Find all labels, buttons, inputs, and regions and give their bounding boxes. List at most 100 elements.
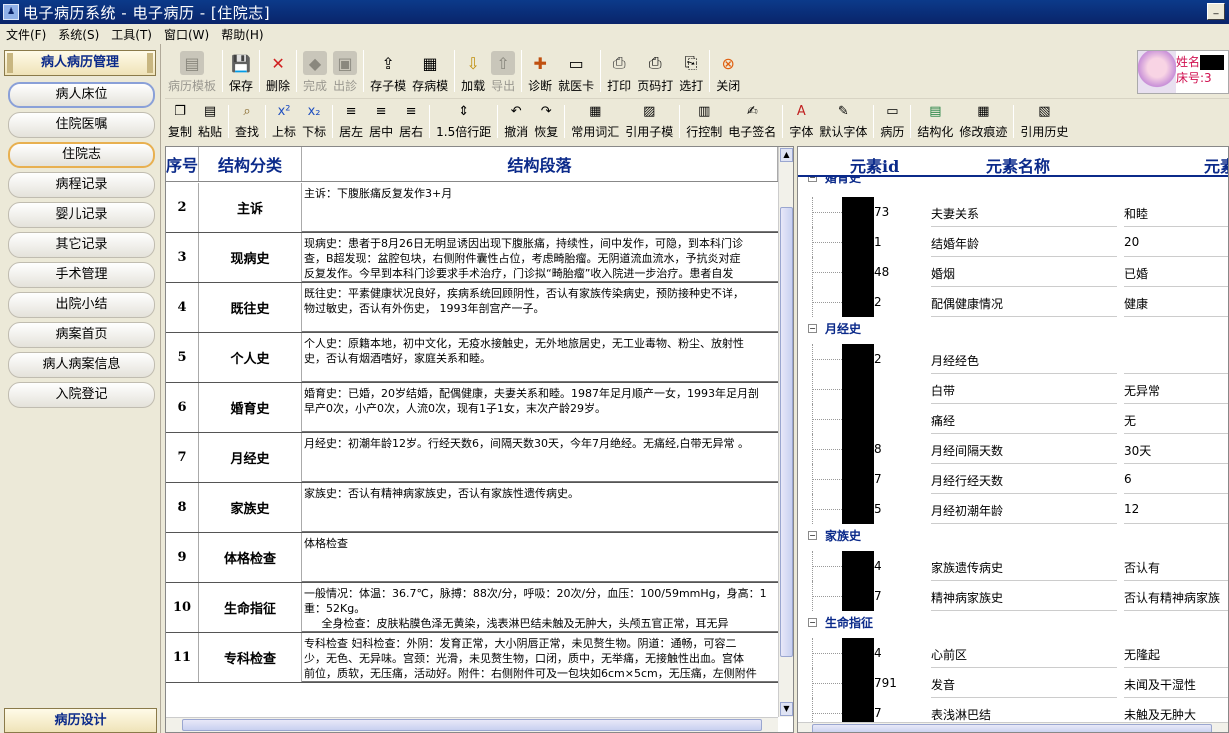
horizontal-scrollbar[interactable] (166, 717, 778, 732)
row-paragraph-editor[interactable]: 一般情况：体温：36.7℃，脉搏：88次/分，呼吸：20次/分，血压：100/5… (302, 583, 778, 632)
sidebar-item-9[interactable]: 病人病案信息 (8, 352, 155, 378)
superscript-button[interactable]: x² 上标 (269, 99, 299, 144)
collapse-icon[interactable]: − (808, 177, 817, 182)
sidebar-item-5[interactable]: 其它记录 (8, 232, 155, 258)
element-value[interactable] (1124, 352, 1228, 374)
tree-item[interactable]: 痛经无 (798, 404, 1228, 434)
sidebar-footer-design[interactable]: 病历设计 (4, 708, 157, 733)
tree-item[interactable]: 7 精神病家族史 否认有精神病家族 (798, 581, 1228, 611)
align-center-button[interactable]: ≡ 居中 (366, 99, 396, 144)
paste-button[interactable]: ▤ 粘贴 (195, 99, 225, 144)
tree-item[interactable]: 白带 无异常 (798, 374, 1228, 404)
tree-item[interactable]: 4 心前区 无隆起 (798, 638, 1228, 668)
menu-tools[interactable]: 工具(T) (105, 26, 158, 43)
revision-trace-button[interactable]: ▦ 修改痕迹 (956, 99, 1010, 144)
tree-item[interactable]: 2 配偶健康情况 健康 (798, 287, 1228, 317)
element-value[interactable]: 30天 (1124, 442, 1228, 464)
tree-group[interactable]: − 家族史 (808, 527, 861, 544)
scroll-down-icon[interactable]: ▼ (780, 702, 793, 716)
menu-window[interactable]: 窗口(W) (158, 26, 215, 43)
element-value[interactable]: 否认有精神病家族 (1124, 589, 1228, 611)
row-paragraph-editor[interactable]: 专科检查 妇科检查：外阴：发育正常，大小阴唇正常，未见赘生物。阴道：通畅，可容二… (302, 633, 778, 682)
tree-item[interactable]: 5 月经初潮年龄 12 (798, 494, 1228, 524)
tree-item[interactable]: 73 夫妻关系 和睦 (798, 197, 1228, 227)
tree-item[interactable]: 48 婚烟 已婚 (798, 257, 1228, 287)
row-paragraph-editor[interactable]: 主诉：下腹胀痛反复发作3+月 (302, 183, 778, 232)
row-paragraph-editor[interactable]: 月经史：初潮年龄12岁。行经天数6，间隔天数30天，今年7月绝经。无痛经,白带无… (302, 433, 778, 482)
element-value[interactable]: 12 (1124, 502, 1228, 524)
sidebar-item-2[interactable]: 住院志 (8, 142, 155, 168)
collapse-icon[interactable]: − (808, 618, 817, 627)
medical-card-button[interactable]: ▭ 就医卡 (555, 44, 597, 98)
sidebar-item-7[interactable]: 出院小结 (8, 292, 155, 318)
undo-button[interactable]: ↶ 撤消 (501, 99, 531, 144)
element-value[interactable]: 否认有 (1124, 559, 1228, 581)
element-value[interactable]: 无 (1124, 412, 1228, 434)
collapse-icon[interactable]: − (808, 531, 817, 540)
tree-item[interactable]: 4 家族遗传病史 否认有 (798, 551, 1228, 581)
page-print-button[interactable]: ⎙ 页码打 (634, 44, 676, 98)
row-paragraph-editor[interactable]: 婚育史：已婚，20岁结婚，配偶健康，夫妻关系和睦。1987年足月顺产一女，199… (302, 383, 778, 432)
element-value[interactable]: 已婚 (1124, 265, 1228, 287)
row-paragraph-editor[interactable]: 家族史：否认有精神病家族史，否认有家族性遗传病史。 (302, 483, 778, 532)
tree-group[interactable]: − 生命指征 (808, 614, 873, 631)
visit-button[interactable]: ▣ 出診 (330, 44, 360, 98)
redo-button[interactable]: ↷ 恢复 (531, 99, 561, 144)
copy-button[interactable]: ❐ 复制 (165, 99, 195, 144)
tree-item[interactable]: 7 表浅淋巴结 未触及无肿大 (798, 698, 1228, 722)
structured-button[interactable]: ▤ 结构化 (914, 99, 956, 144)
minimize-button[interactable]: _ (1207, 3, 1225, 20)
tree-item[interactable]: 8 月经间隔天数 30天 (798, 434, 1228, 464)
complete-button[interactable]: ◆ 完成 (300, 44, 330, 98)
tree-group[interactable]: − 婚育史 (808, 177, 861, 186)
delete-button[interactable]: ✕ 删除 (263, 44, 293, 98)
e-signature-button[interactable]: ✍ 电子签名 (725, 99, 779, 144)
element-value[interactable]: 和睦 (1124, 205, 1228, 227)
font-button[interactable]: A 字体 (786, 99, 816, 144)
save-subtemplate-button[interactable]: ⇪ 存子模 (367, 44, 409, 98)
element-value[interactable]: 6 (1124, 472, 1228, 494)
vocabulary-button[interactable]: ▦ 常用词汇 (568, 99, 622, 144)
sidebar-item-4[interactable]: 婴儿记录 (8, 202, 155, 228)
select-print-button[interactable]: ⎘ 选打 (676, 44, 706, 98)
print-button[interactable]: ⎙ 打印 (604, 44, 634, 98)
element-value[interactable]: 未闻及干湿性 (1124, 676, 1228, 698)
element-value[interactable]: 无隆起 (1124, 646, 1228, 668)
align-left-button[interactable]: ≡ 居左 (336, 99, 366, 144)
cite-history-button[interactable]: ▧ 引用历史 (1017, 99, 1071, 144)
sidebar-item-8[interactable]: 病案首页 (8, 322, 155, 348)
save-button[interactable]: 💾 保存 (226, 44, 256, 98)
default-font-button[interactable]: ✎ 默认字体 (816, 99, 870, 144)
vertical-scrollbar[interactable]: ▲ ▼ (778, 147, 793, 717)
diagnosis-button[interactable]: ✚ 诊断 (525, 44, 555, 98)
row-paragraph-editor[interactable]: 体格检查 (302, 533, 778, 582)
menu-system[interactable]: 系统(S) (52, 26, 105, 43)
horizontal-scrollbar[interactable] (798, 722, 1228, 732)
element-value[interactable]: 健康 (1124, 295, 1228, 317)
record-folder-button[interactable]: ▭ 病历 (877, 99, 907, 144)
scroll-thumb[interactable] (182, 719, 762, 731)
sidebar-item-10[interactable]: 入院登记 (8, 382, 155, 408)
row-paragraph-editor[interactable]: 现病史：患者于8月26日无明显诱因出现下腹胀痛，持续性，间中发作，可隐，到本科门… (302, 233, 778, 282)
find-button[interactable]: ⌕ 查找 (232, 99, 262, 144)
menu-file[interactable]: 文件(F) (0, 26, 52, 43)
cite-subtemplate-button[interactable]: ▨ 引用子模 (622, 99, 676, 144)
tree-group[interactable]: − 月经史 (808, 320, 861, 337)
row-paragraph-editor[interactable]: 个人史：原籍本地，初中文化，无疫水接触史，无外地旅居史，无工业毒物、粉尘、放射性… (302, 333, 778, 382)
scroll-up-icon[interactable]: ▲ (780, 148, 793, 162)
tree-item[interactable]: 791 发音 未闻及干湿性 (798, 668, 1228, 698)
template-button[interactable]: ▤ 病历模板 (165, 44, 219, 98)
scroll-thumb[interactable] (812, 724, 1212, 732)
element-value[interactable]: 未触及无肿大 (1124, 706, 1228, 722)
scroll-thumb[interactable] (780, 207, 793, 657)
subscript-button[interactable]: x₂ 下标 (299, 99, 329, 144)
align-right-button[interactable]: ≡ 居右 (396, 99, 426, 144)
element-value[interactable]: 无异常 (1124, 382, 1228, 404)
load-button[interactable]: ⇩ 加载 (458, 44, 488, 98)
row-control-button[interactable]: ▥ 行控制 (683, 99, 725, 144)
save-casetemplate-button[interactable]: ▦ 存病模 (409, 44, 451, 98)
line-spacing-button[interactable]: ⇕ 1.5倍行距 (433, 99, 494, 144)
menu-help[interactable]: 帮助(H) (215, 26, 269, 43)
sidebar-item-1[interactable]: 住院医嘱 (8, 112, 155, 138)
export-button[interactable]: ⇧ 导出 (488, 44, 518, 98)
